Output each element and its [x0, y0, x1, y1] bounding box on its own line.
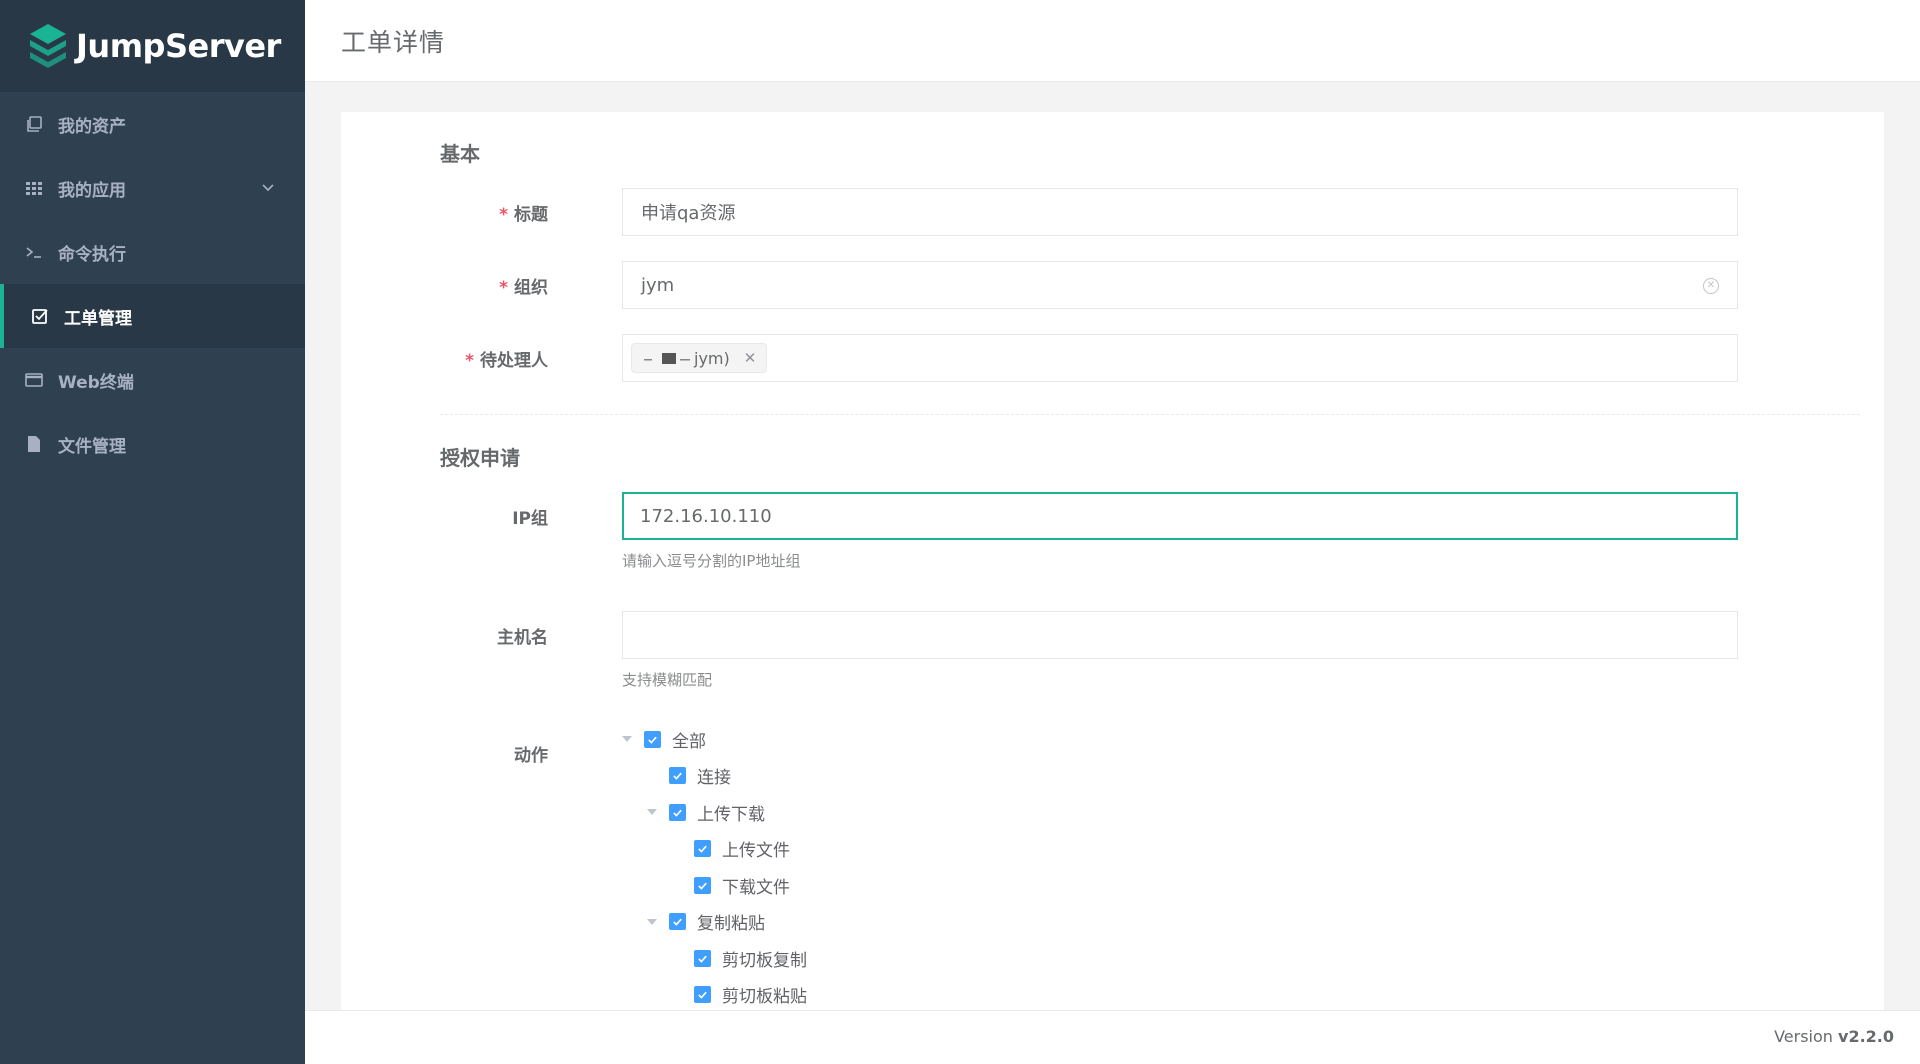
tree-node[interactable]: 上传文件	[694, 834, 790, 864]
tree-node[interactable]: 上传下载	[647, 797, 765, 827]
hostname-input[interactable]	[622, 611, 1738, 659]
sidebar: JumpServer 我的资产 我的应用 命令执行 工单管理 Web终端 文件管…	[0, 0, 305, 1064]
assignee-select[interactable]: jym) ✕	[622, 334, 1738, 382]
sidebar-item-web-terminal[interactable]: Web终端	[0, 348, 305, 412]
app-name: JumpServer	[76, 27, 281, 65]
tree-node-label: 剪切板复制	[722, 950, 807, 971]
required-mark: *	[499, 278, 508, 298]
checkbox[interactable]	[669, 913, 686, 930]
caret-down-icon[interactable]	[622, 736, 632, 742]
tree-node-label: 复制粘贴	[697, 914, 765, 934]
assignee-tag-text: jym)	[694, 348, 730, 368]
checkbox[interactable]	[694, 876, 711, 894]
org-select[interactable]: jym ✕	[622, 261, 1738, 309]
tree-node-label: 全部	[672, 731, 706, 752]
tree-node[interactable]: 下载文件	[694, 870, 790, 900]
logo[interactable]: JumpServer	[0, 0, 305, 92]
sidebar-item-file-manager[interactable]: 文件管理	[0, 412, 305, 476]
ip-group-input[interactable]: 172.16.10.110	[622, 492, 1738, 540]
section-title-basic: 基本	[440, 142, 480, 166]
redacted-name-icon	[644, 353, 690, 364]
sidebar-item-label: Web终端	[58, 372, 134, 393]
section-title-auth: 授权申请	[440, 446, 520, 470]
footer: Version v2.2.0	[305, 1010, 1920, 1064]
close-icon[interactable]: ✕	[744, 349, 757, 367]
title-label-text: 标题	[514, 205, 548, 225]
sidebar-item-tickets[interactable]: 工单管理	[0, 284, 305, 348]
sidebar-item-my-assets[interactable]: 我的资产	[0, 92, 305, 156]
page-header: 工单详情	[305, 0, 1920, 82]
title-label: * 标题	[499, 200, 548, 225]
checkbox[interactable]	[694, 986, 711, 1003]
actions-label: 动作	[514, 746, 548, 766]
sidebar-item-label: 我的资产	[58, 116, 126, 137]
checkbox-icon	[30, 306, 50, 326]
tree-node[interactable]: 剪切板粘贴	[694, 980, 807, 1010]
version-prefix: Version	[1774, 1027, 1833, 1046]
required-mark: *	[499, 205, 508, 225]
ip-group-label: IP组	[512, 509, 548, 529]
section-divider	[440, 414, 1860, 415]
required-mark: *	[465, 351, 474, 371]
assignee-label-text: 待处理人	[480, 351, 548, 371]
terminal-icon	[24, 242, 44, 262]
tree-node-label: 上传文件	[722, 841, 790, 861]
version-text: Version v2.2.0	[1774, 1027, 1894, 1046]
checkbox[interactable]	[694, 840, 711, 857]
clear-icon[interactable]: ✕	[1703, 278, 1719, 294]
title-input-value: 申请qa资源	[641, 203, 736, 224]
title-input[interactable]: 申请qa资源	[622, 188, 1738, 236]
tree-node-label: 连接	[697, 768, 731, 788]
ip-group-help: 请输入逗号分割的IP地址组	[622, 552, 801, 570]
assets-icon	[24, 114, 44, 134]
sidebar-item-label: 我的应用	[58, 180, 126, 201]
caret-down-icon[interactable]	[647, 918, 657, 925]
tree-node-label: 剪切板粘贴	[722, 987, 807, 1007]
tree-node[interactable]: 复制粘贴	[647, 907, 765, 937]
window-icon	[24, 370, 44, 390]
checkbox[interactable]	[694, 949, 711, 967]
checkbox[interactable]	[644, 730, 661, 748]
tree-node-label: 下载文件	[722, 877, 790, 898]
tree-node[interactable]: 全部	[622, 724, 706, 754]
hostname-help: 支持模糊匹配	[622, 671, 713, 689]
chevron-down-icon	[261, 178, 275, 198]
org-label-text: 组织	[514, 278, 548, 298]
version-number: v2.2.0	[1838, 1027, 1894, 1046]
file-icon	[24, 434, 44, 454]
tree-node-label: 上传下载	[697, 804, 765, 825]
org-label: * 组织	[499, 273, 548, 298]
sidebar-nav: 我的资产 我的应用 命令执行 工单管理 Web终端 文件管理	[0, 92, 305, 476]
caret-down-icon[interactable]	[647, 809, 657, 815]
grid-icon	[24, 178, 44, 198]
tree-node[interactable]: 剪切板复制	[694, 943, 807, 973]
assignee-tag: jym) ✕	[631, 343, 768, 373]
assignee-label: * 待处理人	[465, 346, 548, 371]
main-content: 工单详情 基本 * 标题 申请qa资源 * 组织 jym ✕ * 待处理人 jym) …	[305, 0, 1920, 1064]
checkbox[interactable]	[669, 803, 686, 821]
sidebar-item-label: 文件管理	[58, 436, 126, 457]
ip-group-value: 172.16.10.110	[640, 505, 772, 527]
sidebar-item-label: 命令执行	[58, 244, 126, 265]
org-select-value: jym	[641, 274, 675, 296]
ticket-form-card: 基本 * 标题 申请qa资源 * 组织 jym ✕ * 待处理人 jym) ✕ 授权申…	[341, 112, 1884, 1012]
checkbox[interactable]	[669, 767, 686, 784]
tree-node[interactable]: 连接	[669, 761, 731, 791]
sidebar-item-my-apps[interactable]: 我的应用	[0, 156, 305, 220]
sidebar-item-command-exec[interactable]: 命令执行	[0, 220, 305, 284]
page-title: 工单详情	[341, 27, 446, 57]
hostname-label: 主机名	[497, 628, 548, 648]
jumpserver-logo-icon	[30, 24, 66, 68]
sidebar-item-label: 工单管理	[64, 308, 132, 329]
